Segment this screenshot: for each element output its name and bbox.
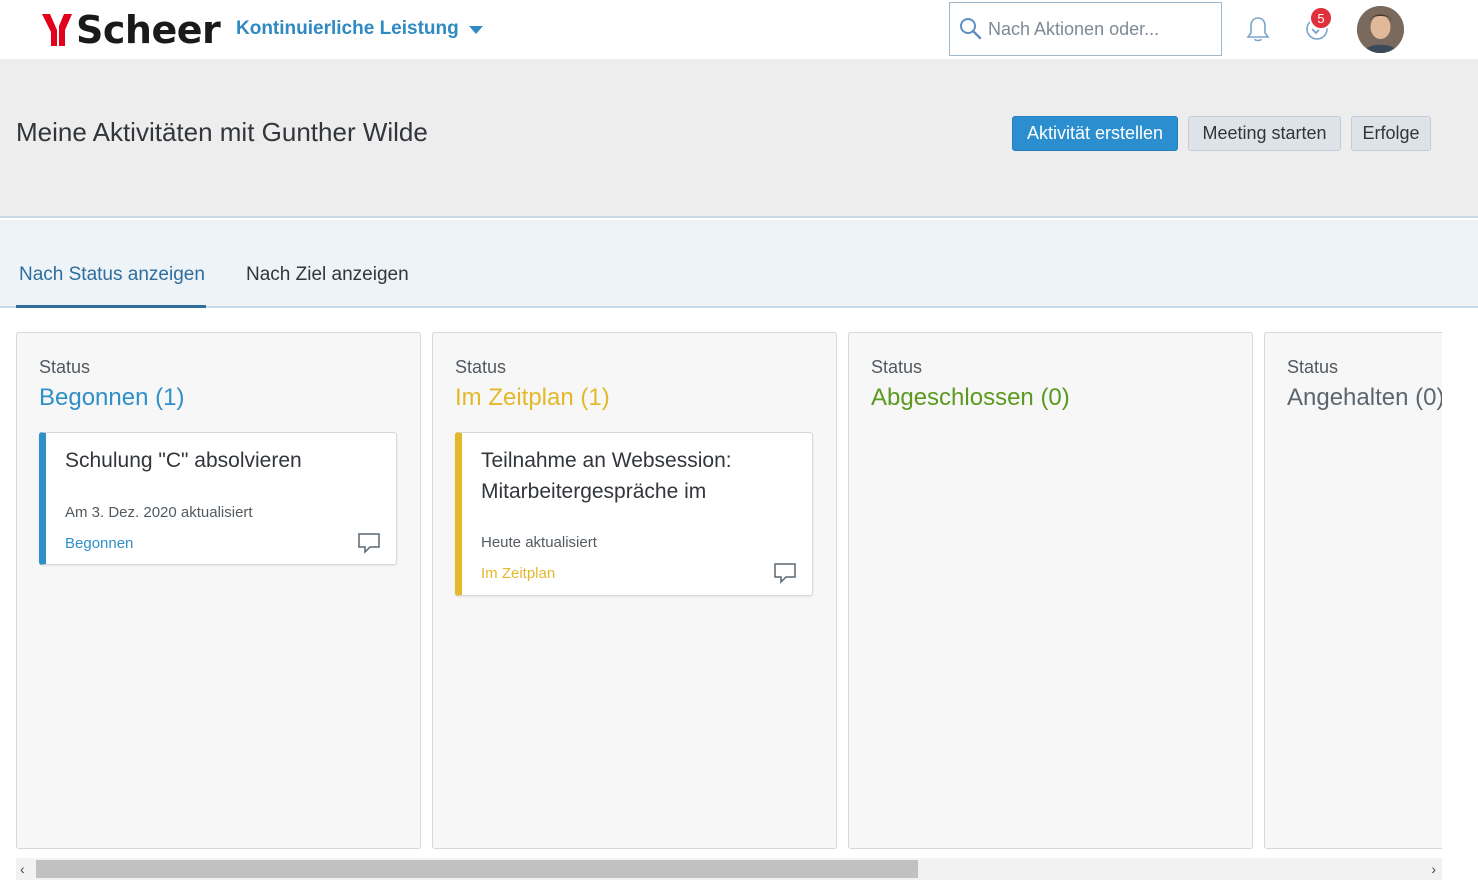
activity-card[interactable]: Schulung "C" absolvieren Am 3. Dez. 2020…	[39, 432, 397, 565]
page-header: Meine Aktivitäten mit Gunther Wilde Akti…	[0, 59, 1478, 218]
column-label: Status	[455, 357, 507, 377]
search-field[interactable]	[949, 2, 1222, 56]
status-column-started: Status Begonnen (1) Schulung "C" absolvi…	[16, 332, 421, 849]
comment-icon[interactable]	[773, 562, 797, 584]
app-title-label: Kontinuierliche Leistung	[236, 18, 459, 39]
shell-header: Scheer Kontinuierliche Leistung 5	[0, 0, 1478, 59]
horizontal-scrollbar[interactable]: ‹ ›	[16, 858, 1442, 880]
notification-bell-icon[interactable]	[1244, 14, 1272, 44]
scrollbar-thumb[interactable]	[36, 860, 918, 878]
status-column-paused: Status Angehalten (0)	[1264, 332, 1442, 849]
page-title: Meine Aktivitäten mit Gunther Wilde	[16, 117, 428, 147]
column-title: Im Zeitplan (1)	[455, 384, 610, 411]
column-title: Begonnen (1)	[39, 384, 185, 411]
status-column-completed: Status Abgeschlossen (0)	[848, 332, 1253, 849]
logo-text: Scheer	[76, 8, 221, 52]
activity-status: Begonnen	[65, 535, 134, 552]
activity-updated: Am 3. Dez. 2020 aktualisiert	[65, 504, 253, 521]
tab-by-status[interactable]: Nach Status anzeigen	[19, 264, 205, 286]
column-label: Status	[39, 357, 91, 377]
column-label: Status	[871, 357, 923, 377]
comment-icon[interactable]	[357, 532, 381, 554]
column-title: Abgeschlossen (0)	[871, 384, 1070, 411]
search-icon	[960, 18, 982, 40]
status-board: Status Begonnen (1) Schulung "C" absolvi…	[0, 310, 1442, 855]
achievements-button[interactable]: Erfolge	[1351, 116, 1431, 151]
scroll-left-icon[interactable]: ‹	[20, 861, 25, 877]
status-column-on-schedule: Status Im Zeitplan (1) Teilnahme an Webs…	[432, 332, 837, 849]
activity-updated: Heute aktualisiert	[481, 534, 597, 551]
activity-status: Im Zeitplan	[481, 565, 556, 582]
company-logo[interactable]: Scheer	[40, 8, 221, 52]
column-label: Status	[1287, 357, 1339, 377]
activity-title: Schulung "C" absolvieren	[65, 449, 302, 472]
column-title: Angehalten (0)	[1287, 384, 1442, 411]
caret-down-icon	[468, 26, 483, 34]
view-tabbar: Nach Status anzeigen Nach Ziel anzeigen	[0, 220, 1478, 308]
activity-card[interactable]: Teilnahme an Websession: Mitarbeitergesp…	[455, 432, 813, 596]
user-avatar-image	[1357, 6, 1404, 53]
user-avatar[interactable]	[1357, 6, 1404, 53]
activity-title: Teilnahme an Websession: Mitarbeitergesp…	[481, 449, 732, 503]
app-title-menu[interactable]: Kontinuierliche Leistung	[236, 18, 483, 40]
search-input[interactable]	[988, 18, 1208, 40]
start-meeting-button[interactable]: Meeting starten	[1188, 116, 1341, 151]
scroll-right-icon[interactable]: ›	[1431, 861, 1436, 877]
tab-by-goal[interactable]: Nach Ziel anzeigen	[246, 264, 409, 286]
create-activity-button[interactable]: Aktivität erstellen	[1012, 116, 1178, 151]
todo-count-badge: 5	[1309, 6, 1333, 30]
selected-tab-indicator	[16, 305, 206, 308]
logo-mark-icon	[42, 14, 72, 46]
